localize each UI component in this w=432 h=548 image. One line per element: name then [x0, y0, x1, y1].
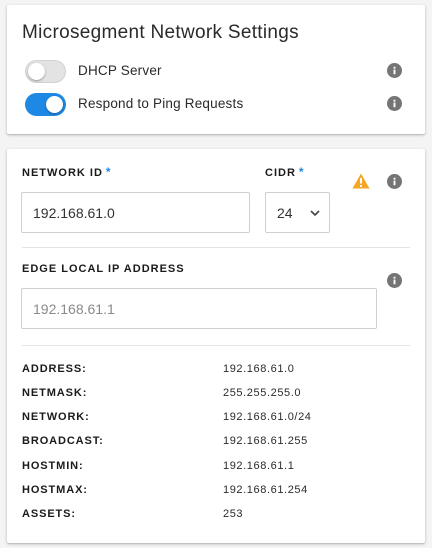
page-title: Microsegment Network Settings	[22, 22, 299, 43]
hostmin-key: HOSTMIN:	[22, 460, 84, 472]
hostmax-key: HOSTMAX:	[22, 484, 88, 496]
cidr-label: CIDR *	[265, 165, 305, 179]
microsegment-settings-card: Microsegment Network Settings DHCP Serve…	[7, 5, 425, 134]
warning-icon[interactable]	[352, 173, 370, 189]
info-icon[interactable]	[387, 273, 402, 288]
ping-requests-row: Respond to Ping Requests	[25, 93, 405, 117]
required-asterisk: *	[105, 165, 112, 179]
toggle-knob	[28, 63, 45, 80]
broadcast-key: BROADCAST:	[22, 435, 104, 447]
broadcast-value: 192.168.61.255	[223, 435, 308, 447]
toggle-knob	[46, 96, 63, 113]
network-id-input[interactable]: 192.168.61.0	[21, 192, 250, 233]
network-config-card: NETWORK ID * 192.168.61.0 CIDR * 24 EDGE L…	[7, 149, 425, 543]
required-asterisk: *	[298, 165, 305, 179]
divider	[22, 345, 410, 346]
network-value: 192.168.61.0/24	[223, 411, 312, 423]
cidr-select[interactable]: 24	[265, 192, 330, 233]
info-icon[interactable]	[387, 63, 402, 78]
chevron-down-icon	[310, 210, 320, 217]
network-id-value: 192.168.61.0	[33, 204, 115, 221]
network-key: NETWORK:	[22, 411, 90, 423]
info-icon[interactable]	[387, 174, 402, 189]
address-value: 192.168.61.0	[223, 363, 295, 375]
dhcp-server-toggle[interactable]	[25, 60, 66, 83]
netmask-value: 255.255.255.0	[223, 387, 302, 399]
info-icon[interactable]	[387, 96, 402, 111]
dhcp-server-label: DHCP Server	[78, 63, 162, 78]
hostmin-value: 192.168.61.1	[223, 460, 295, 472]
cidr-selected-value: 24	[277, 204, 293, 221]
cidr-label-text: CIDR	[265, 167, 296, 179]
ping-requests-label: Respond to Ping Requests	[78, 96, 244, 111]
hostmax-value: 192.168.61.254	[223, 484, 308, 496]
ping-requests-toggle[interactable]	[25, 93, 66, 116]
dhcp-server-row: DHCP Server	[25, 60, 405, 84]
network-id-label: NETWORK ID *	[22, 165, 112, 179]
edge-local-ip-label: EDGE LOCAL IP ADDRESS	[22, 263, 185, 275]
edge-local-ip-value: 192.168.61.1	[33, 300, 115, 317]
network-id-label-text: NETWORK ID	[22, 167, 103, 179]
assets-key: ASSETS:	[22, 508, 76, 520]
assets-value: 253	[223, 508, 244, 520]
divider	[22, 247, 410, 248]
address-key: ADDRESS:	[22, 363, 87, 375]
edge-local-ip-input[interactable]: 192.168.61.1	[21, 288, 377, 329]
netmask-key: NETMASK:	[22, 387, 88, 399]
